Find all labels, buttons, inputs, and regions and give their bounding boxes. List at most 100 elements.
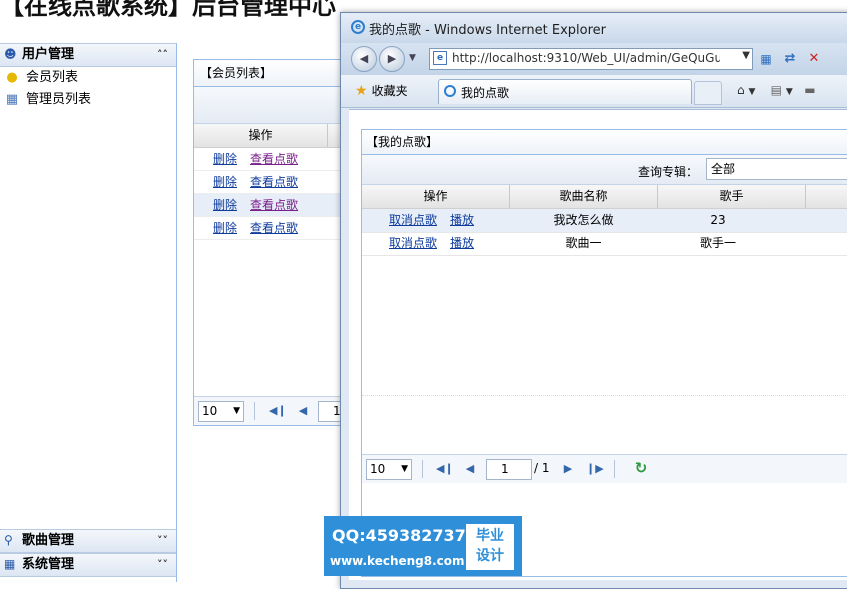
favorites-label: 收藏夹 <box>371 84 408 98</box>
table-row: 取消点歌 播放 歌曲一 歌手一 <box>362 232 847 256</box>
ie-logo-icon <box>444 85 456 97</box>
sidebar: ☻ 用户管理 ˄˄ ● 会员列表 ▦ 管理员列表 <box>0 43 177 582</box>
home-icon[interactable]: ⌂ <box>737 83 745 97</box>
view-songs-link[interactable]: 查看点歌 <box>250 171 298 193</box>
refresh-icon[interactable]: ↻ <box>632 459 650 477</box>
chevron-up-icon[interactable]: ˄˄ <box>157 44 168 66</box>
pager-separator <box>254 402 255 420</box>
forward-button[interactable]: ▶ <box>379 46 405 72</box>
table-row: 删除 查看点歌 <box>194 194 354 217</box>
window-title: 我的点歌 - Windows Internet Explorer <box>369 23 606 38</box>
more-icon[interactable]: ▬ <box>804 83 815 97</box>
sidebar-item-label: 会员列表 <box>26 70 79 85</box>
song-name-cell: 我改怎么做 <box>553 213 614 227</box>
accordion-title: 系统管理 <box>22 557 75 572</box>
pager: 10 ▼ ◀❙ ◀ 1 / 1 ▶ ❙▶ ↻ <box>362 454 847 483</box>
table-header: 操作 <box>194 124 354 148</box>
delete-link[interactable]: 删除 <box>213 194 237 216</box>
album-select-value: 全部 <box>711 162 736 176</box>
rss-dropdown-icon[interactable]: ▼ <box>786 87 793 97</box>
ie-window: e 我的点歌 - Windows Internet Explorer ◀ ▶ ▼… <box>340 12 847 589</box>
star-icon: ★ <box>355 83 368 99</box>
history-dropdown-icon[interactable]: ▼ <box>409 53 416 63</box>
sidebar-item-member-list[interactable]: ● 会员列表 <box>4 68 78 88</box>
delete-link[interactable]: 删除 <box>213 148 237 170</box>
grid-icon: ▦ <box>4 557 16 571</box>
table-row: 删除 查看点歌 <box>194 217 354 240</box>
panel-title: 【会员列表】 <box>194 60 354 87</box>
stop-icon[interactable]: ✕ <box>805 50 823 68</box>
page-number-input[interactable]: 1 <box>486 459 532 480</box>
sidebar-item-admin-list[interactable]: ▦ 管理员列表 <box>4 90 91 110</box>
ie-logo-icon: e <box>351 20 365 34</box>
play-link[interactable]: 播放 <box>450 209 474 232</box>
view-songs-link[interactable]: 查看点歌 <box>250 148 298 170</box>
panel-toolbar <box>194 87 354 124</box>
accordion-user-management[interactable]: ☻ 用户管理 ˄˄ <box>0 43 176 67</box>
address-bar[interactable]: e http://localhost:9310/Web_UI/admin/GeQ… <box>429 48 753 70</box>
watermark-badge-line: 毕业 <box>476 528 504 544</box>
chevron-down-icon[interactable]: ˅˅ <box>157 530 168 552</box>
page-size-select[interactable]: 10 ▼ <box>366 459 412 480</box>
panel-toolbar: 查询专辑： 全部 ▼ <box>362 155 847 185</box>
table-row: 删除 查看点歌 <box>194 171 354 194</box>
watermark-banner: QQ:459382737 www.kecheng8.com 毕业 设计 <box>324 516 522 576</box>
compatibility-view-icon[interactable]: ▦ <box>757 50 775 68</box>
pager-separator <box>614 460 615 478</box>
accordion-title: 用户管理 <box>22 47 75 62</box>
view-songs-link[interactable]: 查看点歌 <box>250 217 298 239</box>
sidebar-item-label: 管理员列表 <box>26 92 92 107</box>
accordion-system-management[interactable]: ▦ 系统管理 ˅˅ <box>0 553 176 577</box>
browser-content: 【我的点歌】 查询专辑： 全部 ▼ 操作 歌曲名称 歌手 取消点歌 播放 我改怎… <box>349 109 847 580</box>
first-page-icon[interactable]: ◀❙ <box>436 460 454 478</box>
watermark-site: www.kecheng8.com <box>330 554 465 568</box>
dropdown-arrow-icon: ▼ <box>401 464 408 474</box>
dropdown-arrow-icon: ▼ <box>233 406 240 416</box>
cancel-song-link[interactable]: 取消点歌 <box>389 209 437 232</box>
album-select[interactable]: 全部 ▼ <box>706 158 847 180</box>
last-page-icon[interactable]: ❙▶ <box>586 460 604 478</box>
refresh-icon[interactable]: ⇄ <box>781 50 799 68</box>
table-row: 取消点歌 播放 我改怎么做 23 <box>362 209 847 233</box>
tab-my-songs[interactable]: 我的点歌 <box>438 79 692 104</box>
view-songs-link[interactable]: 查看点歌 <box>250 194 298 216</box>
column-header-song-name: 歌曲名称 <box>510 185 658 208</box>
user-icon: ☻ <box>4 47 17 61</box>
address-dropdown-icon[interactable]: ▼ <box>742 50 750 61</box>
play-link[interactable]: 播放 <box>450 232 474 255</box>
favorites-button[interactable]: ★ 收藏夹 <box>355 82 408 100</box>
grid-empty-area <box>362 395 847 398</box>
page-number-value: 1 <box>501 462 509 476</box>
navigation-bar: ◀ ▶ ▼ e http://localhost:9310/Web_UI/adm… <box>341 43 847 75</box>
home-dropdown-icon[interactable]: ▼ <box>748 87 755 97</box>
delete-link[interactable]: 删除 <box>213 217 237 239</box>
column-header-singer: 歌手 <box>658 185 806 208</box>
first-page-icon[interactable]: ◀❙ <box>269 402 287 420</box>
accordion-song-management[interactable]: ⚲ 歌曲管理 ˅˅ <box>0 529 176 553</box>
cancel-song-link[interactable]: 取消点歌 <box>389 232 437 255</box>
rss-icon[interactable]: ▤ <box>771 83 782 97</box>
table-row: 删除 查看点歌 <box>194 148 354 171</box>
address-url: http://localhost:9310/Web_UI/admin/GeQuG… <box>452 51 720 65</box>
my-songs-panel: 【我的点歌】 查询专辑： 全部 ▼ 操作 歌曲名称 歌手 取消点歌 播放 我改怎… <box>361 129 847 577</box>
prev-page-icon[interactable]: ◀ <box>295 402 311 420</box>
delete-link[interactable]: 删除 <box>213 171 237 193</box>
panel-title: 【我的点歌】 <box>362 130 847 155</box>
chevron-down-icon[interactable]: ˅˅ <box>157 554 168 576</box>
search-icon: ⚲ <box>4 533 13 547</box>
prev-page-icon[interactable]: ◀ <box>462 460 478 478</box>
page-size-value: 10 <box>370 462 386 476</box>
singer-cell: 歌手一 <box>699 236 736 250</box>
page-size-value: 10 <box>202 404 218 418</box>
pager-separator <box>422 460 423 478</box>
watermark-qq: QQ:459382737 <box>332 526 466 545</box>
back-button[interactable]: ◀ <box>351 46 377 72</box>
accordion-title: 歌曲管理 <box>22 533 75 548</box>
favorites-bar: ★ 收藏夹 我的点歌 ⌂ ▼ ▤ ▼ ▬ <box>341 75 847 108</box>
page-size-select[interactable]: 10 ▼ <box>198 401 244 422</box>
column-header-action: 操作 <box>362 185 510 208</box>
new-tab-button[interactable] <box>694 81 722 105</box>
next-page-icon[interactable]: ▶ <box>560 460 576 478</box>
column-header-action: 操作 <box>194 124 328 147</box>
song-name-cell: 歌曲一 <box>565 236 602 250</box>
